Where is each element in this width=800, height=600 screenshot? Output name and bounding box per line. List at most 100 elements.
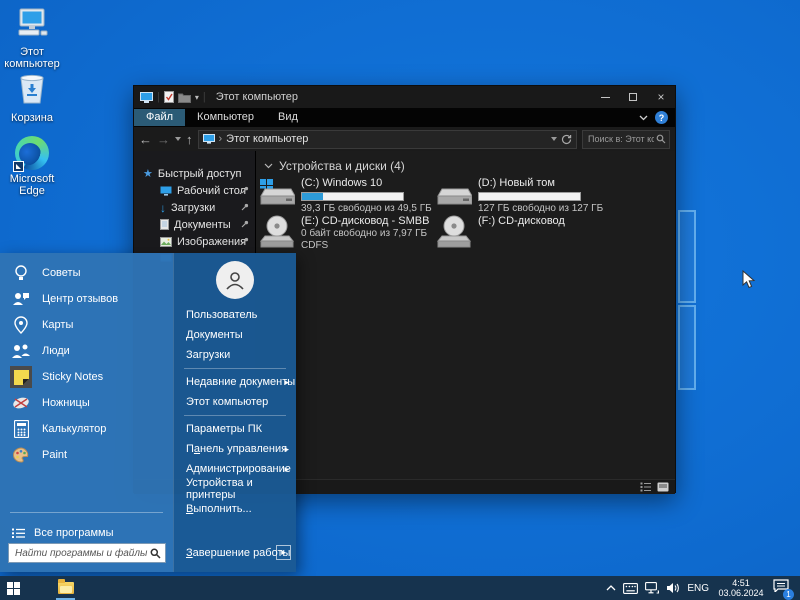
start-link-documents[interactable]: Документы <box>174 325 296 345</box>
start-link-user[interactable]: Пользователь <box>174 305 296 325</box>
desktop-icon-label: Microsoft Edge <box>9 173 55 197</box>
desktop: Этот компьютер Корзина Microsoft Edge | … <box>0 0 800 600</box>
divider <box>184 415 286 416</box>
recent-locations-chevron-icon[interactable] <box>175 137 181 141</box>
hdd-icon <box>437 188 472 205</box>
lightbulb-icon <box>10 262 32 284</box>
sidebar-item-quick-access[interactable]: ★ Быстрый доступ <box>134 165 255 182</box>
paint-palette-icon <box>10 444 32 466</box>
up-button[interactable]: ↑ <box>186 133 193 146</box>
start-link-run[interactable]: Выполнить... <box>174 499 296 519</box>
drive-tile-f[interactable]: (F:) CD-дисковод <box>436 215 612 249</box>
submenu-arrow-icon: ▸ <box>284 463 289 474</box>
app-item-paint[interactable]: Paint <box>0 442 173 468</box>
search-box[interactable] <box>582 129 670 149</box>
map-pin-icon <box>10 314 32 336</box>
address-dropdown-chevron-icon[interactable] <box>551 137 557 141</box>
tab-view[interactable]: Вид <box>266 109 310 126</box>
drive-tile-c[interactable]: (C:) Windows 10 39,3 ГБ свободно из 49,5… <box>259 177 435 215</box>
address-bar[interactable]: › Этот компьютер <box>197 129 577 149</box>
properties-icon[interactable] <box>163 91 174 103</box>
network-icon[interactable] <box>645 582 660 594</box>
app-item-maps[interactable]: Карты <box>0 312 173 338</box>
pictures-icon <box>160 236 172 247</box>
start-button[interactable] <box>0 576 27 600</box>
tray-expand-chevron-icon[interactable] <box>606 585 616 591</box>
sidebar-item-downloads[interactable]: ↓ Загрузки <box>134 199 255 216</box>
user-avatar[interactable] <box>216 261 254 299</box>
sidebar-item-desktop[interactable]: Рабочий стол <box>134 182 255 199</box>
start-menu-places-column: Пользователь Документы Загрузки Недавние… <box>173 253 296 572</box>
title-bar[interactable]: | ▾ | Этот компьютер × <box>134 86 675 108</box>
app-item-sticky-notes[interactable]: Sticky Notes <box>0 364 173 390</box>
forward-button[interactable]: → <box>157 133 170 146</box>
app-item-feedback-hub[interactable]: Центр отзывов <box>0 286 173 312</box>
separator: | <box>157 91 160 103</box>
ribbon-tabs: Файл Компьютер Вид ? <box>134 108 675 127</box>
sidebar-item-documents[interactable]: Документы <box>134 216 255 233</box>
language-indicator[interactable]: ENG <box>687 583 709 594</box>
people-icon <box>10 340 32 362</box>
desktop-icon <box>160 186 172 196</box>
start-link-devices-printers[interactable]: Устройства и принтеры <box>174 477 296 501</box>
desktop-icon-this-pc[interactable]: Этот компьютер <box>0 8 64 70</box>
refresh-button[interactable] <box>561 134 572 145</box>
minimize-button[interactable] <box>591 86 619 108</box>
search-icon <box>656 134 666 144</box>
start-link-downloads[interactable]: Загрузки <box>174 345 296 365</box>
breadcrumb-chevron-icon: › <box>218 133 223 145</box>
action-center-button[interactable]: 1 <box>773 579 794 600</box>
star-icon: ★ <box>143 168 153 180</box>
drive-name: (F:) CD-дисковод <box>478 215 565 227</box>
back-button[interactable]: ← <box>139 133 152 146</box>
shortcut-arrow-overlay <box>13 161 24 172</box>
start-search-input[interactable] <box>13 546 150 560</box>
app-item-tips[interactable]: Советы <box>0 260 173 286</box>
desktop-icon-label: Корзина <box>11 112 53 124</box>
touch-keyboard-icon[interactable] <box>623 582 639 594</box>
search-input[interactable] <box>586 133 656 145</box>
app-item-snipping-tool[interactable]: Ножницы <box>0 390 173 416</box>
download-arrow-icon: ↓ <box>160 200 166 215</box>
collapse-chevron-icon <box>264 163 273 169</box>
submenu-arrow-icon: ▸ <box>284 376 289 387</box>
start-link-recent-documents[interactable]: Недавние документы ▸ <box>174 372 296 392</box>
tab-computer[interactable]: Компьютер <box>185 109 266 126</box>
capacity-text: 39,3 ГБ свободно из 49,5 ГБ <box>301 203 432 214</box>
tab-file[interactable]: Файл <box>134 109 186 126</box>
large-icons-view-button[interactable] <box>657 482 669 492</box>
capacity-text: 0 байт свободно из 7,97 ГБ <box>301 228 428 239</box>
sidebar-item-pictures[interactable]: Изображения <box>134 233 255 250</box>
files-pane: Устройства и диски (4) (C:) Windows 10 3… <box>256 151 675 479</box>
new-folder-icon[interactable] <box>177 92 191 103</box>
drive-tile-e[interactable]: (E:) CD-дисковод - SMBB 0 байт свободно … <box>259 215 435 252</box>
desktop-icon-recycle-bin[interactable]: Корзина <box>0 72 64 124</box>
start-menu-apps-column: Советы Центр отзывов Карты Люди Sticky N… <box>0 253 173 572</box>
start-link-pc-settings[interactable]: Параметры ПК <box>174 419 296 439</box>
shutdown-button[interactable]: Завершение работы ▸ <box>174 543 296 563</box>
start-search-box[interactable] <box>8 543 166 563</box>
qat-chevron-down-icon[interactable]: ▾ <box>195 93 199 102</box>
start-link-administrative-tools[interactable]: Администрирование ▸ <box>174 459 296 479</box>
maximize-button[interactable] <box>619 86 647 108</box>
close-button[interactable]: × <box>647 86 675 108</box>
desktop-icon-edge[interactable]: Microsoft Edge <box>0 136 64 197</box>
section-header[interactable]: Устройства и диски (4) <box>264 159 675 173</box>
all-programs-button[interactable]: Все программы <box>0 523 173 543</box>
divider <box>10 512 163 513</box>
scissors-icon <box>10 392 32 414</box>
volume-icon[interactable] <box>666 582 680 594</box>
recycle-bin-icon <box>0 72 64 109</box>
start-link-this-pc[interactable]: Этот компьютер <box>174 392 296 412</box>
help-button[interactable]: ? <box>655 111 668 124</box>
this-pc-icon <box>0 8 64 43</box>
ribbon-collapse-chevron-icon[interactable] <box>639 115 648 121</box>
app-item-calculator[interactable]: Калькулятор <box>0 416 173 442</box>
app-item-people[interactable]: Люди <box>0 338 173 364</box>
drive-tile-d[interactable]: (D:) Новый том 127 ГБ свободно из 127 ГБ <box>436 177 612 215</box>
taskbar-explorer-button[interactable] <box>52 576 79 600</box>
details-view-button[interactable] <box>640 482 652 492</box>
start-link-control-panel[interactable]: Панель управления ▸ <box>174 439 296 459</box>
shutdown-options-arrow-button[interactable]: ▸ <box>276 545 291 560</box>
taskbar-clock[interactable]: 4:51 03.06.2024 <box>716 578 766 598</box>
